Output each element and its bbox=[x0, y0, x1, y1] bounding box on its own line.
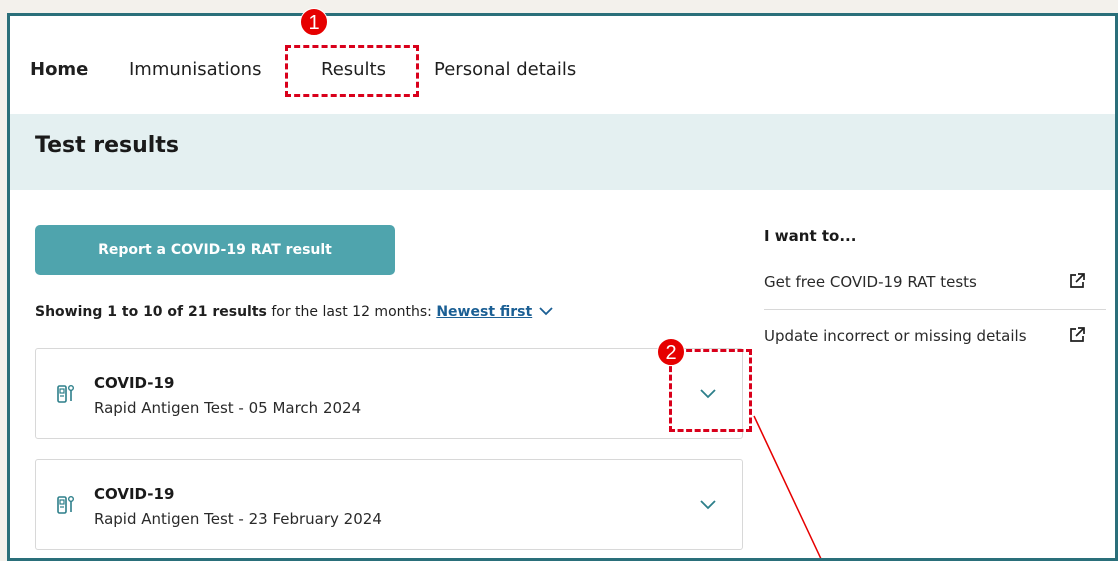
app-window: Home Immunisations Results Personal deta… bbox=[7, 13, 1118, 561]
annotation-pointer-line bbox=[753, 415, 822, 558]
annotation-marker-2: 2 bbox=[657, 338, 685, 366]
annotation-marker-1: 1 bbox=[300, 8, 328, 36]
